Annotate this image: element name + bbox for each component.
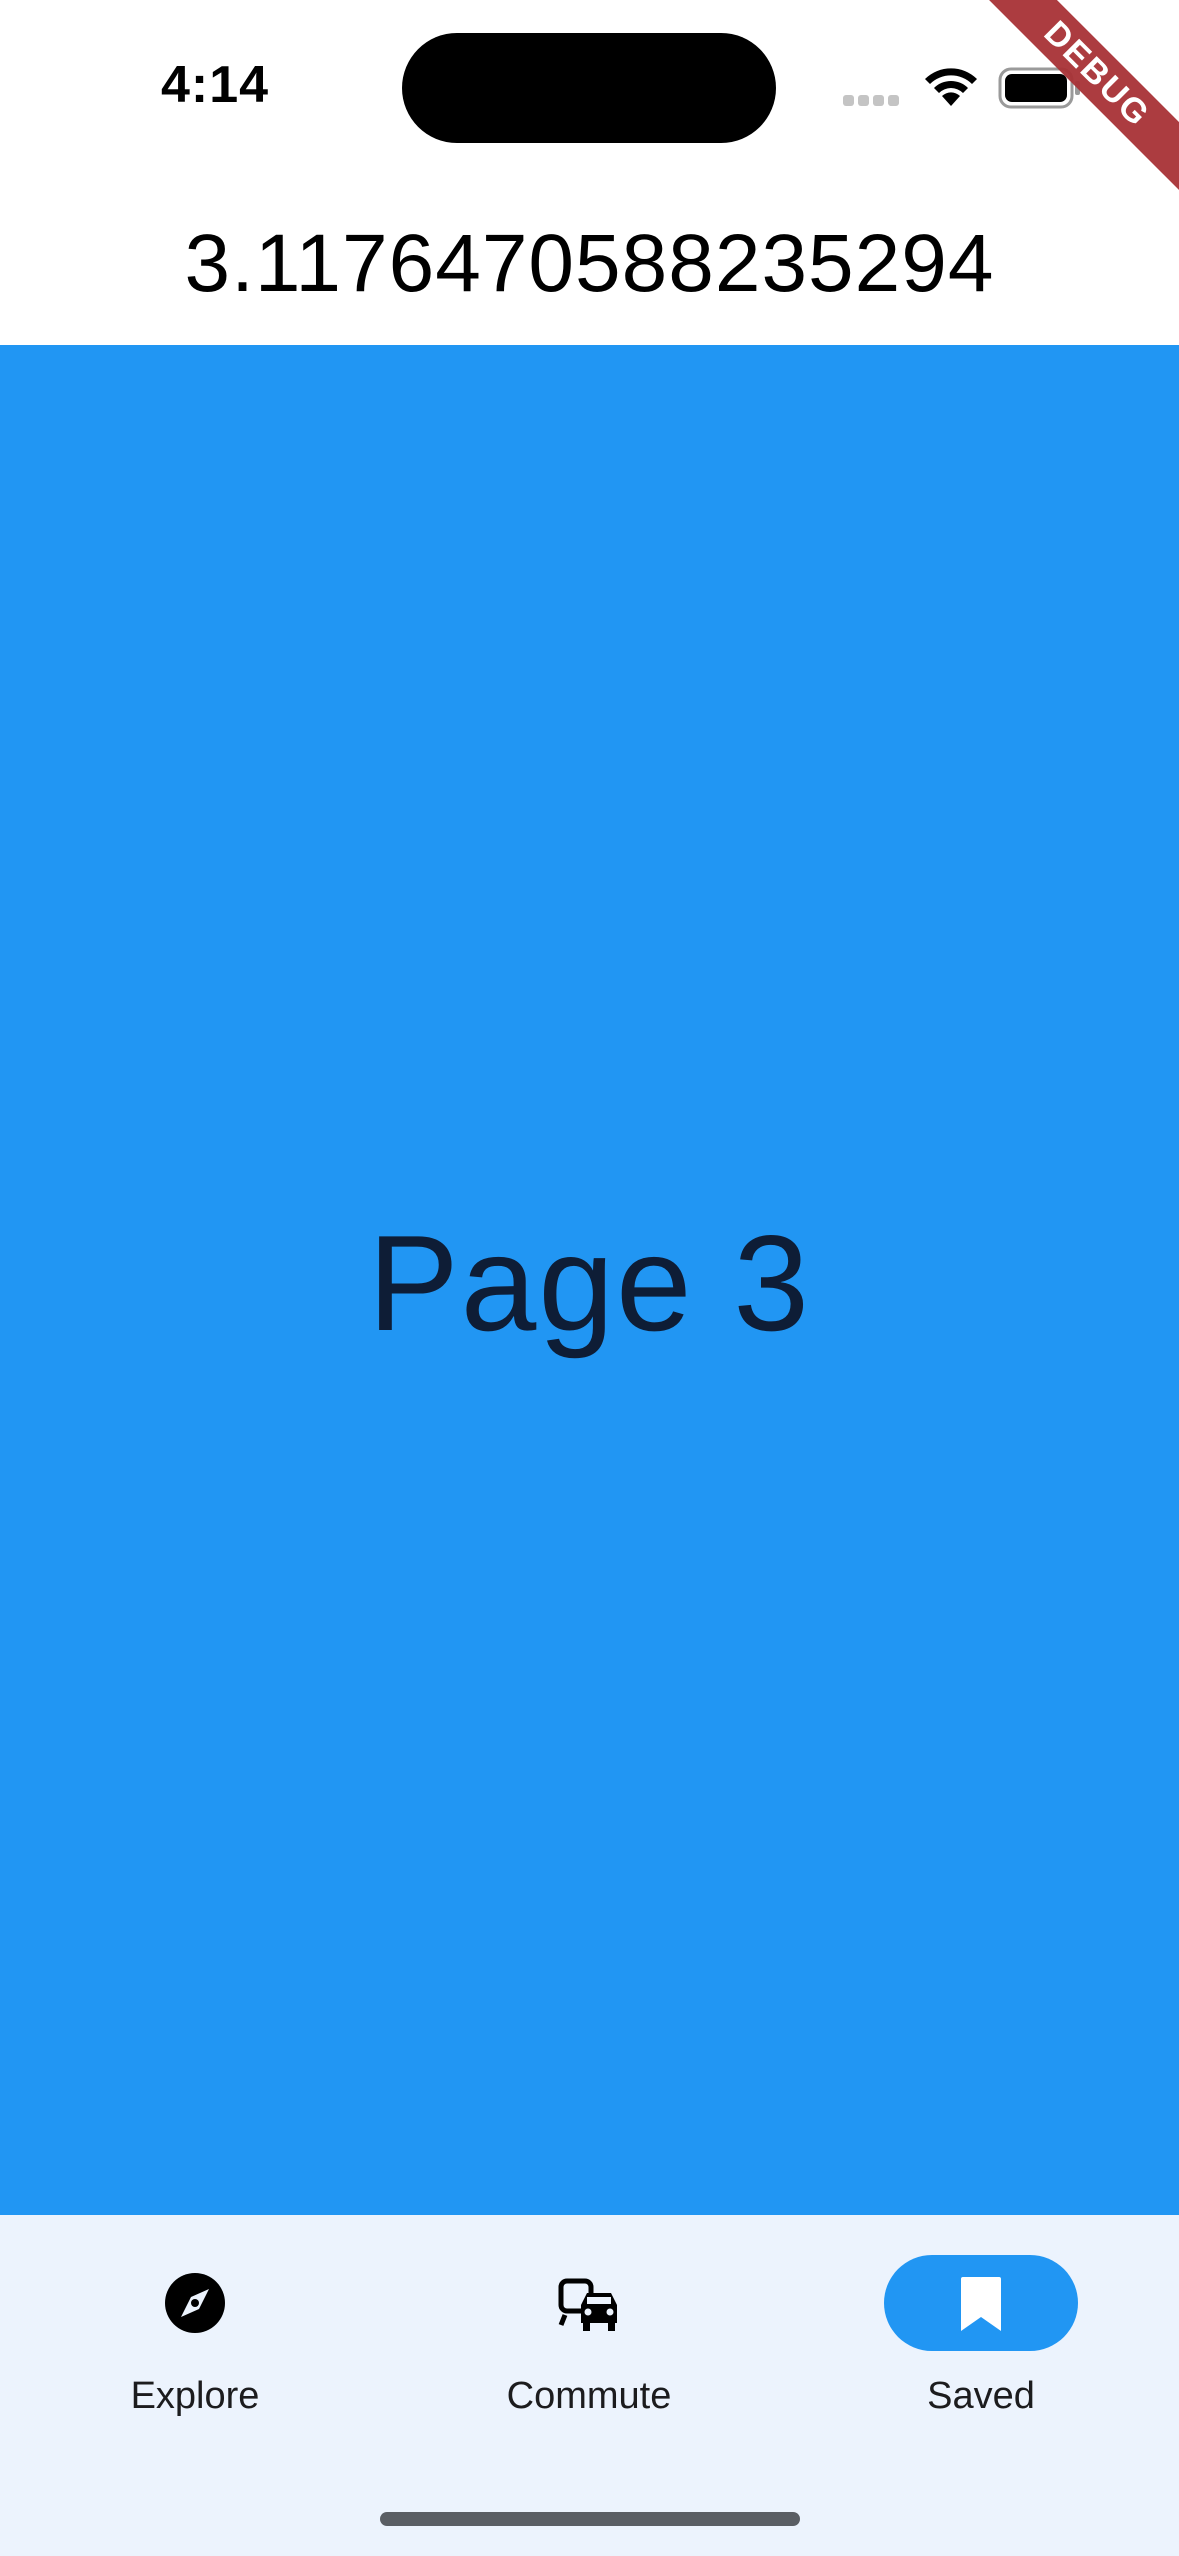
nav-label-explore: Explore: [130, 2375, 260, 2417]
nav-label-saved: Saved: [927, 2375, 1035, 2417]
wifi-icon: [925, 68, 977, 106]
explore-compass-icon: [165, 2273, 225, 2333]
dynamic-island: [402, 33, 776, 143]
nav-label-commute: Commute: [506, 2375, 672, 2417]
nav-item-saved[interactable]: Saved: [831, 2255, 1131, 2425]
page-view[interactable]: Page 3: [0, 345, 1179, 2215]
bookmark-icon: [961, 2277, 1001, 2331]
home-indicator[interactable]: [380, 2512, 800, 2526]
commute-icon: [558, 2278, 617, 2331]
cellular-signal-icon: [843, 95, 903, 107]
nav-item-commute[interactable]: Commute: [439, 2255, 739, 2425]
value-header: 3.1176470588235294: [0, 180, 1179, 345]
nav-item-explore[interactable]: Explore: [45, 2255, 345, 2425]
status-time: 4:14: [160, 56, 270, 114]
scroll-value-text: 3.1176470588235294: [184, 218, 995, 309]
status-bar: 4:14: [0, 0, 1179, 180]
page-label: Page 3: [367, 1207, 812, 1359]
bottom-navigation-bar: Explore Commute Saved: [0, 2215, 1179, 2556]
battery-icon: [998, 67, 1080, 109]
